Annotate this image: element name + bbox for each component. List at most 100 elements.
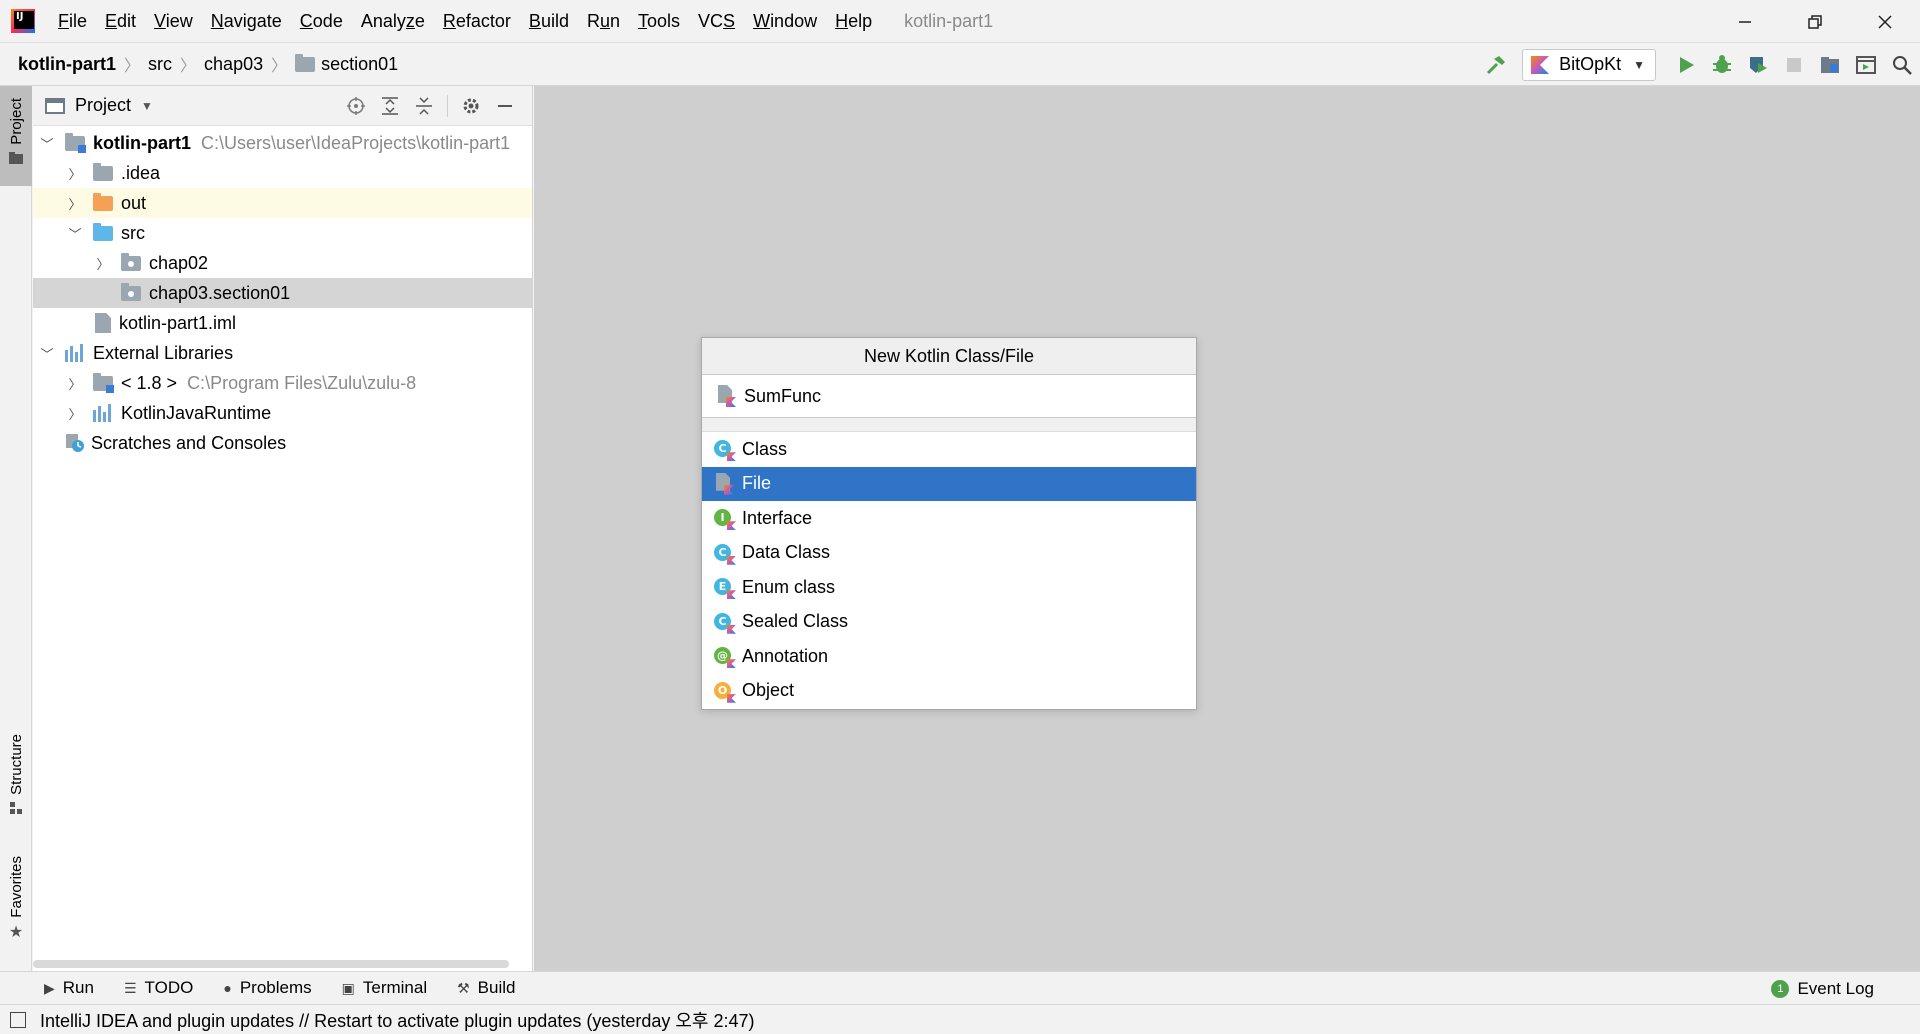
chevron-right-icon[interactable]: 〉 — [67, 404, 83, 423]
tab-build[interactable]: ⚒ Build — [457, 978, 515, 998]
status-toggle-icon[interactable] — [10, 1011, 26, 1028]
object-icon: O — [714, 681, 736, 703]
expand-all-button[interactable] — [373, 89, 407, 123]
run-button[interactable] — [1668, 47, 1704, 83]
bottom-tool-bar: ▶ Run ☰ TODO ● Problems ▣ Terminal ⚒ Bui… — [0, 971, 1920, 1004]
tree-node-iml[interactable]: 〉 kotlin-part1.iml — [33, 308, 532, 338]
restore-button[interactable] — [1780, 0, 1850, 43]
name-input[interactable]: SumFunc — [702, 375, 1196, 418]
tab-terminal[interactable]: ▣ Terminal — [342, 978, 427, 998]
kind-class[interactable]: C Class — [702, 432, 1196, 467]
breadcrumb-project[interactable]: kotlin-part1 — [18, 54, 116, 75]
tree-node-project-root[interactable]: ﹀ kotlin-part1 C:\Users\user\IdeaProject… — [33, 128, 532, 158]
debug-button[interactable] — [1704, 47, 1740, 83]
tab-label: Build — [477, 978, 516, 997]
select-opened-file-button[interactable] — [339, 89, 373, 123]
menu-analyze[interactable]: Analyze — [353, 11, 435, 32]
menu-vcs[interactable]: VCS — [690, 11, 745, 32]
tab-run[interactable]: ▶ Run — [44, 978, 94, 998]
menu-run[interactable]: Run — [579, 11, 630, 32]
presentation-button[interactable] — [1848, 47, 1884, 83]
menu-edit[interactable]: Edit — [97, 11, 146, 32]
horizontal-scrollbar[interactable] — [33, 957, 532, 971]
chevron-right-icon[interactable]: 〉 — [95, 254, 111, 273]
breadcrumb-src[interactable]: src — [148, 54, 172, 75]
tree-node-out[interactable]: 〉 out — [33, 188, 532, 218]
kotlin-file-icon — [714, 472, 734, 495]
kind-interface[interactable]: I Interface — [702, 501, 1196, 536]
restore-icon — [1808, 14, 1822, 29]
run-with-coverage-button[interactable] — [1740, 47, 1776, 83]
window-title: kotlin-part1 — [904, 10, 994, 31]
kotlin-file-icon — [716, 385, 736, 407]
breadcrumb: kotlin-part1 〉 src 〉 chap03 〉 section01 — [0, 52, 398, 76]
breadcrumb-chap03[interactable]: chap03 — [204, 54, 263, 75]
tree-node-idea[interactable]: 〉 .idea — [33, 158, 532, 188]
package-icon — [121, 252, 141, 271]
chevron-right-icon[interactable]: 〉 — [67, 374, 83, 393]
structure-tool-tab[interactable]: Structure — [0, 734, 32, 834]
collapse-all-button[interactable] — [407, 89, 441, 123]
menu-code[interactable]: Code — [292, 11, 353, 32]
chevron-down-icon[interactable]: ﹀ — [39, 344, 55, 363]
kind-label: Annotation — [742, 645, 829, 666]
menu-help[interactable]: Help — [827, 11, 882, 32]
chevron-right-icon[interactable]: 〉 — [67, 164, 83, 183]
menu-window[interactable]: Window — [745, 11, 827, 32]
kind-label: Sealed Class — [742, 611, 849, 632]
structure-tool-label: Structure — [7, 734, 25, 795]
scratches-icon — [65, 433, 85, 453]
project-tool-tab[interactable]: Project — [0, 86, 32, 186]
package-folder-icon — [295, 53, 316, 72]
status-message[interactable]: IntelliJ IDEA and plugin updates // Rest… — [40, 1007, 755, 1033]
kind-enum-class[interactable]: E Enum class — [702, 570, 1196, 605]
tree-node-external-libraries[interactable]: ﹀ External Libraries — [33, 338, 532, 368]
tree-node-jdk[interactable]: 〉 < 1.8 > C:\Program Files\Zulu\zulu-8 — [33, 368, 532, 398]
build-project-button[interactable] — [1478, 47, 1514, 83]
tab-event-log[interactable]: 1 Event Log — [1771, 972, 1874, 1005]
project-tool-label: Project — [7, 98, 25, 145]
menu-view[interactable]: View — [146, 11, 203, 32]
tab-problems[interactable]: ● Problems — [223, 978, 311, 998]
run-configuration-select[interactable]: BitOpKt ▼ — [1522, 48, 1656, 81]
tab-todo[interactable]: ☰ TODO — [124, 978, 193, 998]
structure-icon — [10, 801, 22, 814]
kind-annotation[interactable]: @ Annotation — [702, 639, 1196, 674]
tree-node-label: < 1.8 > — [121, 372, 178, 393]
project-settings-button[interactable] — [454, 89, 488, 123]
kind-sealed-class[interactable]: C Sealed Class — [702, 605, 1196, 640]
data-class-icon: C — [714, 543, 736, 565]
favorites-tool-tab[interactable]: Favorites ★ — [0, 856, 32, 956]
sealed-class-icon: C — [714, 612, 736, 634]
tree-node-chap03-section01[interactable]: 〉 chap03.section01 — [33, 278, 532, 308]
tree-node-scratches[interactable]: Scratches and Consoles — [33, 428, 532, 458]
hide-panel-button[interactable] — [488, 89, 522, 123]
menu-tools[interactable]: Tools — [630, 11, 690, 32]
title-bar: File Edit View Navigate Code Analyze Ref… — [0, 0, 1920, 43]
project-structure-button[interactable] — [1812, 47, 1848, 83]
stop-button[interactable] — [1776, 47, 1812, 83]
kind-data-class[interactable]: C Data Class — [702, 536, 1196, 571]
project-view-icon — [45, 97, 65, 114]
menu-build[interactable]: Build — [521, 11, 579, 32]
tree-node-chap02[interactable]: 〉 chap02 — [33, 248, 532, 278]
menu-refactor[interactable]: Refactor — [435, 11, 521, 32]
close-button[interactable] — [1850, 0, 1920, 43]
favorites-tool-label: Favorites — [7, 856, 25, 918]
chevron-right-icon[interactable]: 〉 — [67, 194, 83, 213]
kind-file[interactable]: File — [702, 466, 1196, 501]
scrollbar-thumb[interactable] — [33, 960, 509, 968]
chevron-down-icon[interactable]: ﹀ — [67, 224, 83, 243]
search-button[interactable] — [1884, 47, 1920, 83]
chevron-down-icon[interactable]: ﹀ — [39, 134, 55, 153]
menu-navigate[interactable]: Navigate — [203, 11, 292, 32]
project-view-selector[interactable]: Project ▼ — [45, 95, 153, 116]
kind-object[interactable]: O Object — [702, 674, 1196, 709]
tree-node-kotlin-runtime[interactable]: 〉 KotlinJavaRuntime — [33, 398, 532, 428]
breadcrumb-section01[interactable]: section01 — [321, 54, 398, 75]
menu-file[interactable]: File — [50, 11, 97, 32]
intellij-logo-icon[interactable] — [11, 9, 35, 33]
kind-label: File — [742, 473, 772, 494]
tree-node-src[interactable]: ﹀ src — [33, 218, 532, 248]
minimize-button[interactable] — [1710, 0, 1780, 43]
